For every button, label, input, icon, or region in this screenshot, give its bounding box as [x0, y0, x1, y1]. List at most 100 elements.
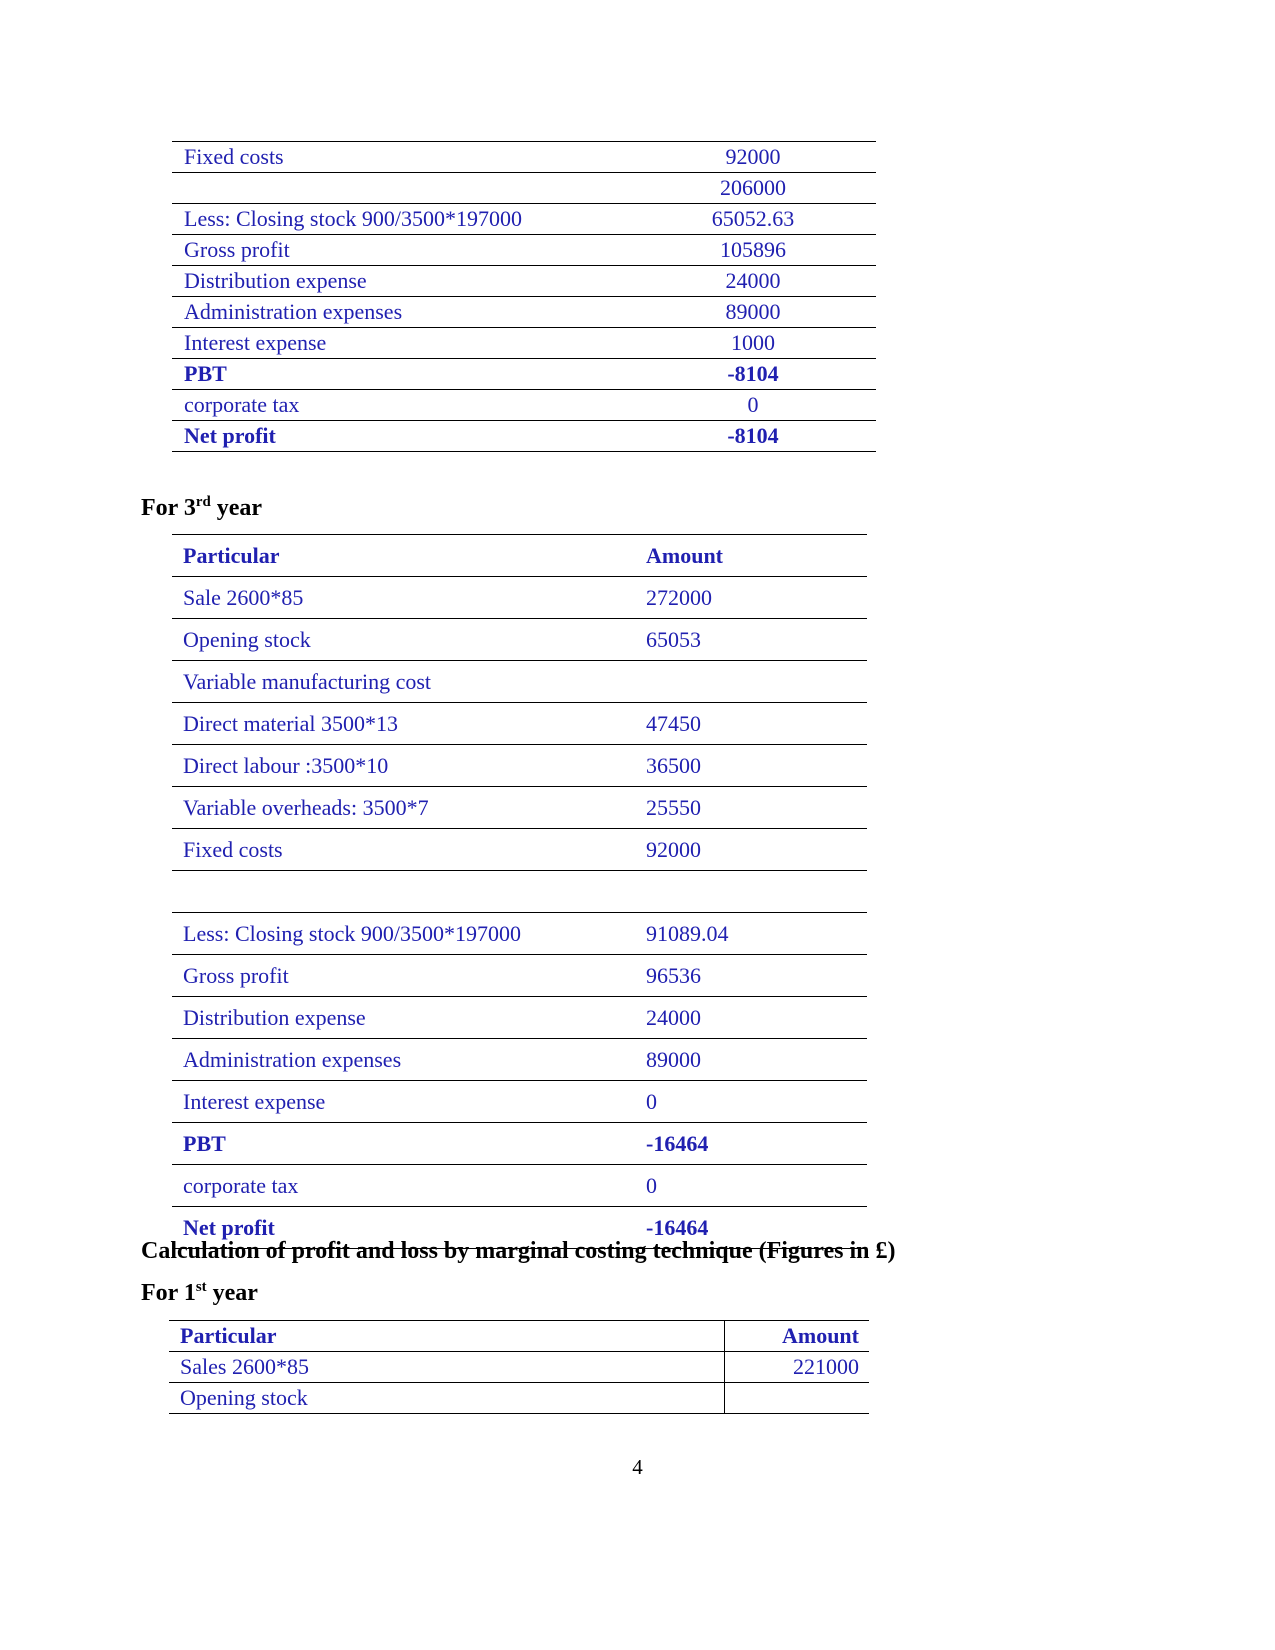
- table-row: Less: Closing stock 900/3500*197000 65052…: [172, 203, 876, 235]
- cell-particular: Direct material 3500*13: [172, 702, 636, 745]
- cell-amount: 0: [636, 1080, 867, 1123]
- cell-amount: 24000: [642, 265, 876, 297]
- heading-first-year-ordinal: st: [195, 1279, 207, 1295]
- table-row: Administration expenses 89000: [172, 296, 876, 328]
- table-row: corporate tax 0: [172, 389, 876, 421]
- cell-particular: corporate tax: [172, 1164, 636, 1207]
- table-row: Administration expenses 89000: [172, 1038, 867, 1081]
- cell-particular: Gross profit: [172, 234, 642, 266]
- cell-particular: Opening stock: [172, 618, 636, 661]
- table-row: Direct material 3500*13 47450: [172, 702, 867, 745]
- document-page: Fixed costs 92000 206000 Less: Closing stoc…: [0, 0, 1275, 1650]
- cell-particular: Fixed costs: [172, 828, 636, 871]
- cell-amount: 221000: [724, 1351, 869, 1383]
- cell-particular: Administration expenses: [172, 296, 642, 328]
- cell-particular: Distribution expense: [172, 996, 636, 1039]
- cell-amount: 272000: [636, 576, 867, 619]
- cell-particular: Variable overheads: 3500*7: [172, 786, 636, 829]
- cell-particular: [172, 870, 636, 913]
- cell-particular: Distribution expense: [172, 265, 642, 297]
- table-row: [172, 870, 867, 913]
- cell-particular: Direct labour :3500*10: [172, 744, 636, 787]
- table-row: Opening stock: [169, 1382, 869, 1414]
- cell-particular: Sale 2600*85: [172, 576, 636, 619]
- heading-first-year-prefix: For 1: [141, 1280, 196, 1306]
- table-row: PBT -16464: [172, 1122, 867, 1165]
- cell-particular: Interest expense: [172, 1080, 636, 1123]
- table-third-year-body: Particular Amount Sale 2600*85 272000 Openin…: [172, 534, 867, 1249]
- table-row: Fixed costs 92000: [172, 141, 876, 173]
- heading-third-year-ordinal: rd: [195, 494, 211, 510]
- table-row: corporate tax 0: [172, 1164, 867, 1207]
- cell-particular: [172, 172, 642, 204]
- cell-amount: 89000: [636, 1038, 867, 1081]
- table-row: Distribution expense 24000: [172, 996, 867, 1039]
- cell-particular: Opening stock: [169, 1382, 725, 1414]
- heading-marginal-costing-calculation: Calculation of profit and loss by margin…: [141, 1238, 896, 1264]
- cell-amount: [636, 870, 867, 913]
- cell-particular: Variable manufacturing cost: [172, 660, 636, 703]
- cell-amount: 92000: [636, 828, 867, 871]
- table-header-row: Particular Amount: [169, 1320, 869, 1352]
- heading-third-year-suffix: year: [210, 495, 263, 521]
- table-continuation-second-year: Fixed costs 92000 206000 Less: Closing stoc…: [172, 141, 876, 452]
- table-third-year: Particular Amount Sale 2600*85 272000 Openin…: [172, 534, 867, 1249]
- cell-amount: 65052.63: [642, 203, 876, 235]
- table-row: Less: Closing stock 900/3500*197000 91089…: [172, 912, 867, 955]
- cell-particular: PBT: [172, 1122, 636, 1165]
- cell-amount: 105896: [642, 234, 876, 266]
- cell-amount: -16464: [636, 1122, 867, 1165]
- table-row: Sales 2600*85 221000: [169, 1351, 869, 1383]
- column-header-amount: Amount: [636, 534, 867, 577]
- cell-amount: [724, 1382, 869, 1414]
- table-continuation-body: Fixed costs 92000 206000 Less: Closing stoc…: [172, 141, 876, 452]
- table-row: Opening stock 65053: [172, 618, 867, 661]
- cell-amount: 1000: [642, 327, 876, 359]
- column-header-particular: Particular: [172, 534, 636, 577]
- cell-amount: 96536: [636, 954, 867, 997]
- cell-amount: -8104: [642, 420, 876, 452]
- table-header-row: Particular Amount: [172, 534, 867, 577]
- cell-amount: 47450: [636, 702, 867, 745]
- cell-amount: 206000: [642, 172, 876, 204]
- cell-particular: Net profit: [172, 420, 642, 452]
- cell-amount: -8104: [642, 358, 876, 390]
- cell-amount: 24000: [636, 996, 867, 1039]
- page-number: 4: [632, 1455, 643, 1479]
- cell-amount: 92000: [642, 141, 876, 173]
- heading-third-year-prefix: For 3: [141, 495, 196, 521]
- table-row: PBT -8104: [172, 358, 876, 390]
- cell-amount: 91089.04: [636, 912, 867, 955]
- table-row: Gross profit 105896: [172, 234, 876, 266]
- table-row: Fixed costs 92000: [172, 828, 867, 871]
- cell-amount: 89000: [642, 296, 876, 328]
- heading-first-year-suffix: year: [206, 1280, 258, 1306]
- cell-particular: Sales 2600*85: [169, 1351, 725, 1383]
- cell-particular: Fixed costs: [172, 141, 642, 173]
- cell-amount: 0: [642, 389, 876, 421]
- table-row: Direct labour :3500*10 36500: [172, 744, 867, 787]
- cell-particular: PBT: [172, 358, 642, 390]
- cell-particular: Administration expenses: [172, 1038, 636, 1081]
- heading-for-first-year: For 1st year: [141, 1280, 258, 1308]
- table-row: 206000: [172, 172, 876, 204]
- table-row: Gross profit 96536: [172, 954, 867, 997]
- table-row: Sale 2600*85 272000: [172, 576, 867, 619]
- heading-for-third-year: For 3rd year: [141, 495, 262, 523]
- table-first-year-body: Particular Amount Sales 2600*85 221000 Openi…: [169, 1320, 869, 1414]
- cell-amount: 0: [636, 1164, 867, 1207]
- column-header-particular: Particular: [169, 1320, 725, 1352]
- cell-amount: 36500: [636, 744, 867, 787]
- cell-particular: corporate tax: [172, 389, 642, 421]
- table-row: Variable overheads: 3500*7 25550: [172, 786, 867, 829]
- table-first-year: Particular Amount Sales 2600*85 221000 Openi…: [169, 1320, 869, 1414]
- cell-particular: Interest expense: [172, 327, 642, 359]
- cell-particular: Gross profit: [172, 954, 636, 997]
- cell-amount: 25550: [636, 786, 867, 829]
- cell-particular: Less: Closing stock 900/3500*197000: [172, 912, 636, 955]
- cell-particular: Less: Closing stock 900/3500*197000: [172, 203, 642, 235]
- column-header-amount: Amount: [724, 1320, 869, 1352]
- cell-amount: 65053: [636, 618, 867, 661]
- table-row: Distribution expense 24000: [172, 265, 876, 297]
- table-row: Net profit -8104: [172, 420, 876, 452]
